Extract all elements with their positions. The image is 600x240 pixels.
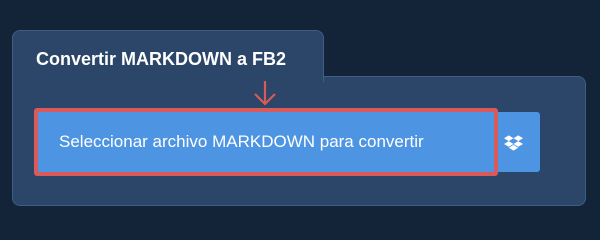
converter-tab[interactable]: Convertir MARKDOWN a FB2 xyxy=(12,30,324,82)
dropbox-icon xyxy=(504,135,523,151)
dropbox-button[interactable] xyxy=(495,112,540,172)
select-file-button[interactable]: Seleccionar archivo MARKDOWN para conver… xyxy=(34,108,498,176)
arrow-down-icon xyxy=(254,81,276,106)
tab-title: Convertir MARKDOWN a FB2 xyxy=(36,49,287,69)
